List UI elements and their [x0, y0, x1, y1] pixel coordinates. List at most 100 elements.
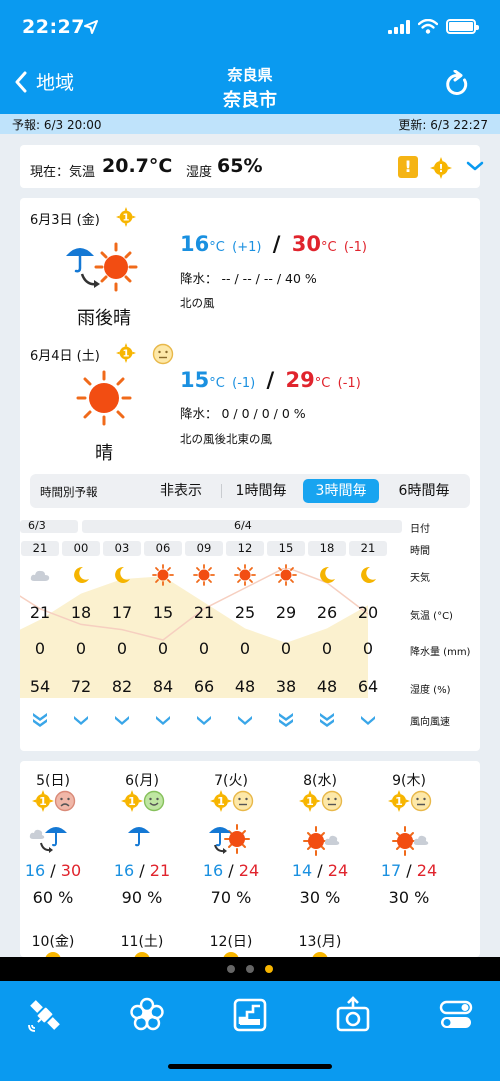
tab-3-hour[interactable]: 3時間毎	[303, 479, 379, 503]
hourly-date-row: 6/3 6/4 日付	[20, 519, 480, 535]
share-photo-tab[interactable]	[333, 995, 373, 1039]
current-temp-value: 20.7°C	[102, 155, 173, 177]
hourly-humidity-row: 湿度 (%) 40547282846648384864	[20, 677, 480, 697]
humidity-cell: 84	[152, 677, 174, 696]
weekly-next-date: 11(土)	[120, 934, 164, 950]
temp-cell: 29	[275, 603, 297, 622]
page-dot-3[interactable]	[265, 965, 273, 973]
tab-hide[interactable]: 非表示	[144, 479, 218, 503]
sun-icon	[234, 564, 256, 586]
day1-wind: 北の風	[180, 296, 215, 310]
attention-sun-icon[interactable]: !	[430, 157, 452, 179]
satellite-tab[interactable]	[25, 995, 65, 1039]
weekly-forecast-card: 5(日) 1 16 / 30 60 % 6(月) 1 16 / 21 90 % 7(火) 1 16 …	[20, 761, 480, 957]
precip-cell: 0	[75, 639, 87, 658]
moon-icon	[74, 566, 89, 583]
wind-double-arrow-icon	[279, 713, 293, 727]
precip-cell: 0	[198, 639, 210, 658]
chart-icon	[233, 998, 267, 1032]
moon-icon	[361, 566, 376, 583]
neutral-face-icon	[152, 343, 174, 365]
hour-cell: 21	[349, 541, 387, 556]
humidity-cell: 64	[357, 677, 379, 696]
weekly-low: 16	[202, 861, 224, 880]
wind-double-arrow-icon	[320, 713, 334, 727]
hour-cell: 06	[144, 541, 182, 556]
weekly-date: 7(火)	[214, 773, 248, 789]
sad-face-icon	[54, 790, 76, 812]
weekly-temp-separator: /	[317, 861, 323, 880]
weekly-day-column[interactable]: 8(水) 1 14 / 24 30 %	[280, 761, 360, 957]
weekly-precip: 90 %	[121, 888, 163, 907]
weekly-high: 21	[149, 861, 171, 880]
day2-badge-icon: 1	[116, 343, 136, 363]
day1-badge-icon: 1	[116, 207, 136, 227]
row-label-wind: 風向風速	[410, 717, 450, 728]
chart-tab[interactable]	[230, 995, 270, 1039]
page-dot-2[interactable]	[246, 965, 254, 973]
flower-icon	[130, 997, 164, 1031]
weekly-high: 24	[327, 861, 349, 880]
weekly-day-column[interactable]: 9(木) 1 17 / 24 30 %	[369, 761, 449, 957]
weekly-precip: 30 %	[299, 888, 341, 907]
temp-cell: 15	[152, 603, 174, 622]
humidity-cell: 66	[193, 677, 215, 696]
weekly-date: 5(日)	[36, 773, 70, 789]
row-label-date: 日付	[410, 524, 430, 535]
hourly-time-row: 時間 18210003060912151821	[20, 541, 480, 557]
chevron-down-icon[interactable]	[466, 159, 484, 173]
wind-arrow-icon	[74, 716, 88, 725]
current-humidity-label: 湿度	[186, 165, 213, 180]
location-arrow-icon	[84, 20, 98, 34]
precip-cell: 0	[280, 639, 292, 658]
weekly-high: 24	[416, 861, 438, 880]
sun-icon	[76, 370, 132, 426]
precip-cell: 0	[239, 639, 251, 658]
day2-high-unit: °C	[314, 376, 331, 391]
day1-precip-value: -- / -- / -- / 40 %	[221, 271, 317, 286]
day2-low-unit: °C	[209, 376, 225, 391]
rain-icon	[128, 827, 150, 847]
current-humidity-value: 65%	[217, 155, 263, 177]
weekly-day-column[interactable]: 7(火) 1 16 / 24 70 %	[191, 761, 271, 957]
flower-tab[interactable]	[127, 995, 167, 1039]
weekly-temp-separator: /	[139, 861, 145, 880]
temp-cell: 20	[357, 603, 379, 622]
day2-low-diff: (-1)	[232, 376, 256, 391]
hour-cell: 09	[185, 541, 223, 556]
attention-badge-icon: 1	[32, 790, 54, 812]
wind-arrow-icon	[156, 716, 170, 725]
hourly-precip-row: 降水量 (mm) 0000000000	[20, 639, 480, 659]
temp-cell: 25	[234, 603, 256, 622]
day1-weather-label: 雨後晴	[77, 308, 131, 329]
weekly-precip: 70 %	[210, 888, 252, 907]
updated-time: 更新: 6/3 22:27	[398, 118, 488, 132]
weekly-date: 9(木)	[392, 773, 426, 789]
tab-1-hour[interactable]: 1時間毎	[224, 479, 298, 503]
page-dot-1[interactable]	[227, 965, 235, 973]
humidity-cell: 48	[234, 677, 256, 696]
weekly-next-date: 12(日)	[209, 934, 253, 950]
humidity-cell: 48	[316, 677, 338, 696]
attention-badge-text: 1	[128, 795, 136, 808]
row-label-weather: 天気	[410, 573, 430, 584]
hourly-interval-tabs: 時間別予報 非表示 1時間毎 3時間毎 6時間毎	[30, 474, 470, 508]
wind-arrow-icon	[115, 716, 129, 725]
humidity-cell: 54	[29, 677, 51, 696]
neutral-face-icon	[321, 790, 343, 812]
moon-icon	[320, 566, 335, 583]
weekly-day-column[interactable]: 5(日) 1 16 / 30 60 %	[20, 761, 93, 957]
weekly-high: 30	[60, 861, 82, 880]
weekly-day-column[interactable]: 6(月) 1 16 / 21 90 %	[102, 761, 182, 957]
day2-precip-label: 降水：	[180, 406, 218, 421]
weekly-low: 16	[24, 861, 46, 880]
attention-badge-text: 1	[39, 795, 47, 808]
refresh-button[interactable]	[444, 69, 470, 102]
settings-tab[interactable]	[436, 995, 476, 1039]
neutral-face-icon	[232, 790, 254, 812]
temp-cell: 18	[70, 603, 92, 622]
warning-icon[interactable]: !	[398, 156, 418, 178]
temp-cell: 21	[193, 603, 215, 622]
humidity-cell: 82	[111, 677, 133, 696]
tab-6-hour[interactable]: 6時間毎	[384, 479, 464, 503]
